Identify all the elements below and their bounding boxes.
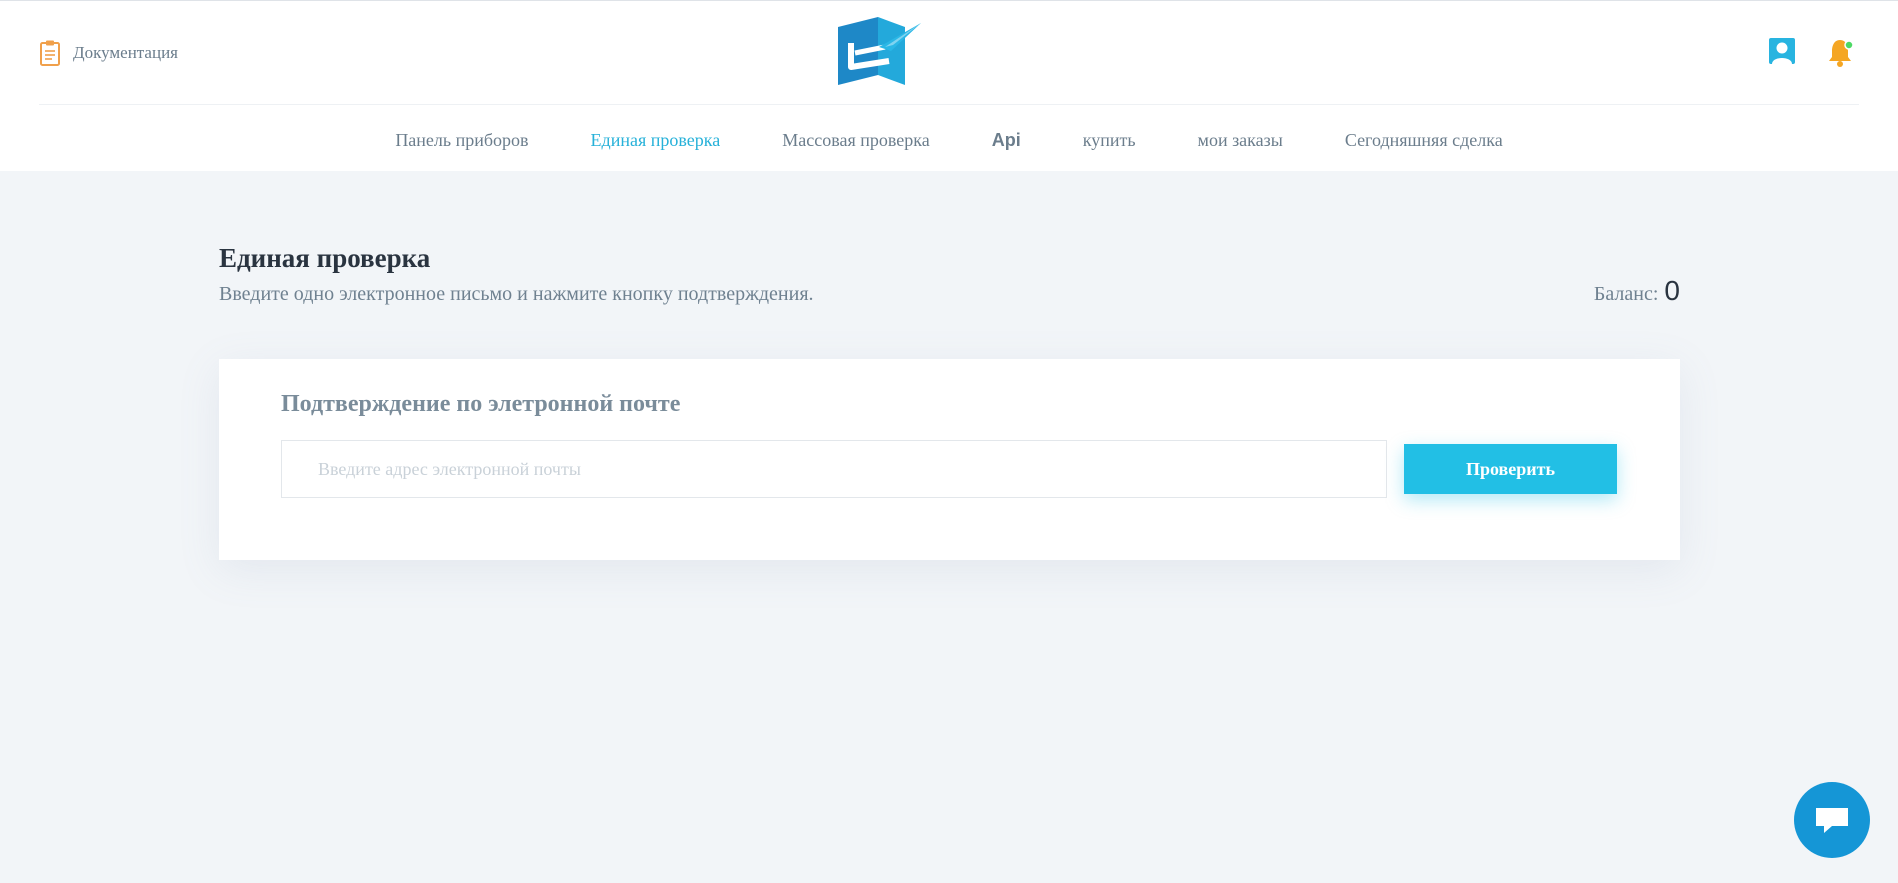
documentation-link[interactable]: Документация (39, 38, 178, 68)
nav-item-my-orders[interactable]: мои заказы (1198, 130, 1283, 151)
chat-button[interactable] (1794, 782, 1870, 858)
user-icon[interactable] (1768, 37, 1796, 65)
nav-item-buy[interactable]: купить (1083, 130, 1136, 151)
logo-icon[interactable] (833, 17, 923, 89)
nav-item-single-check[interactable]: Единая проверка (591, 130, 721, 151)
balance-label: Баланс: (1593, 283, 1659, 305)
card-title: Подтверждение по элетронной почте (281, 391, 681, 417)
page-title: Единая проверка (219, 243, 431, 273)
main-nav: Панель приборов Единая проверка Массовая… (0, 105, 1898, 172)
clipboard-icon (40, 40, 60, 66)
balance: Баланс: 0 (1594, 275, 1680, 307)
header: Документация Панель приборов Единая пров… (0, 0, 1898, 171)
email-verification-card: Подтверждение по элетронной почте Провер… (219, 359, 1680, 560)
nav-item-dashboard[interactable]: Панель приборов (395, 130, 528, 151)
bell-icon[interactable] (1826, 36, 1856, 68)
nav-item-bulk-check[interactable]: Массовая проверка (782, 130, 929, 151)
top-bar: Документация (39, 1, 1859, 105)
nav-item-todays-deal[interactable]: Сегодняшняя сделка (1345, 130, 1503, 151)
nav-item-api[interactable]: Api (992, 130, 1021, 151)
balance-value: 0 (1664, 275, 1680, 306)
page-subtitle: Введите одно электронное письмо и нажмит… (219, 283, 814, 305)
chat-icon (1816, 808, 1848, 833)
email-input[interactable] (281, 440, 1387, 498)
documentation-label: Документация (73, 43, 178, 62)
check-button[interactable]: Проверить (1404, 444, 1617, 494)
